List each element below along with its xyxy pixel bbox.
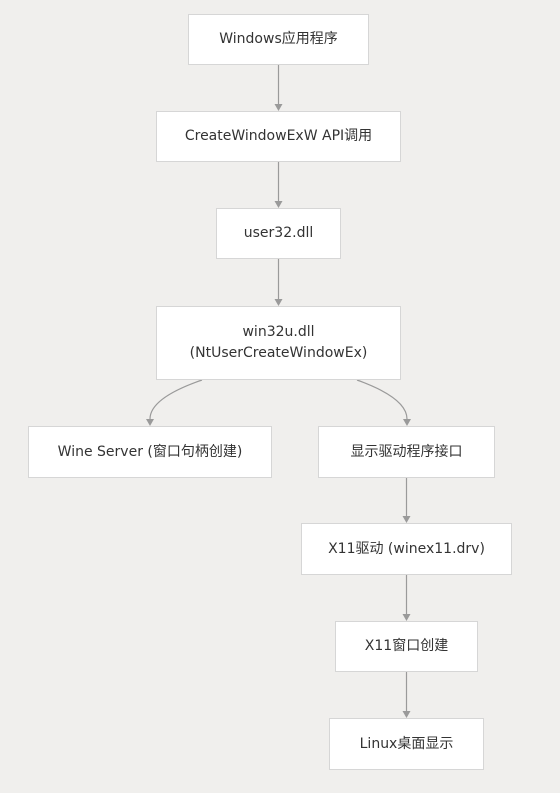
node-linux-desktop: Linux桌面显示 [329, 718, 484, 770]
node-label: Windows应用程序 [219, 31, 338, 47]
node-label: Linux桌面显示 [359, 735, 454, 752]
edge-x11-driver-to-x11-window-create [402, 575, 411, 621]
edge-win32u-to-display-driver [356, 379, 411, 426]
node-user32: user32.dll [216, 208, 341, 259]
node-win32u: win32u.dll (NtUserCreateWindowEx) [156, 306, 401, 380]
edge-win32u-to-wine-server [146, 379, 203, 426]
node-label: Wine Server (窗口句柄创建) [57, 443, 243, 460]
node-label: user32.dll [243, 225, 314, 241]
node-x11-driver: X11驱动 (winex11.drv) [301, 523, 512, 575]
node-create-window-api: CreateWindowExW API调用 [156, 111, 401, 162]
node-label: X11窗口创建 [364, 638, 449, 654]
node-label: CreateWindowExW API调用 [184, 128, 373, 144]
node-label: 显示驱动程序接口 [350, 443, 463, 460]
edge-create-window-api-to-user32 [274, 162, 283, 208]
node-label-line1: win32u.dll [242, 324, 315, 340]
flowchart-canvas: Windows应用程序 CreateWindowExW API调用 user32… [0, 0, 560, 793]
node-x11-window-create: X11窗口创建 [335, 621, 478, 672]
edge-windows-app-to-create-window-api [274, 65, 283, 111]
node-label: X11驱动 (winex11.drv) [328, 540, 485, 557]
edge-user32-to-win32u [274, 259, 283, 306]
node-windows-app: Windows应用程序 [188, 14, 369, 65]
node-wine-server: Wine Server (窗口句柄创建) [28, 426, 272, 478]
node-label-line2: (NtUserCreateWindowEx) [189, 345, 368, 361]
edge-x11-window-create-to-linux-desktop [402, 672, 411, 718]
edge-display-driver-to-x11-driver [402, 478, 411, 523]
node-display-driver-interface: 显示驱动程序接口 [318, 426, 495, 478]
